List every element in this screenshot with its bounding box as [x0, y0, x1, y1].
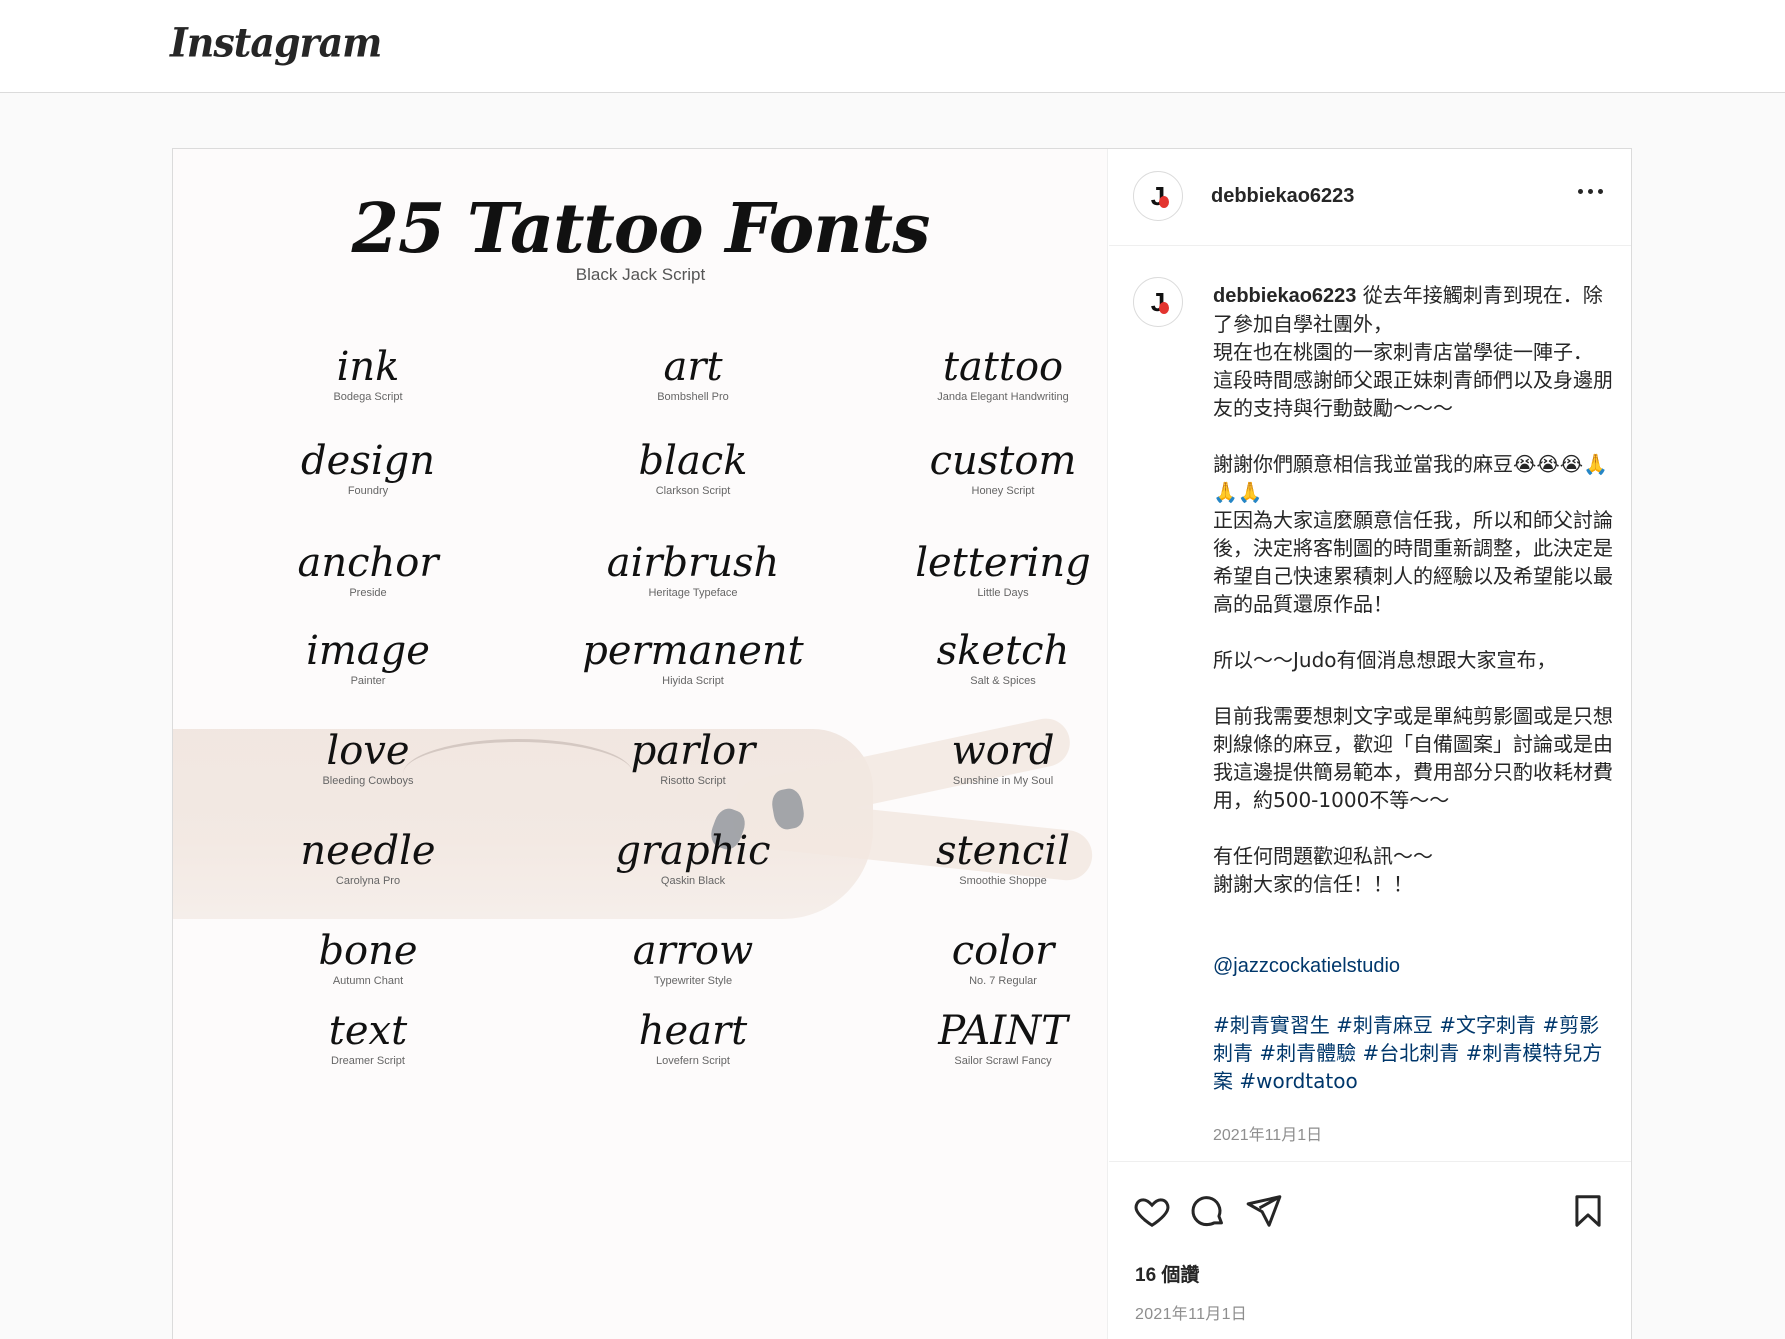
caption: debbiekao6223 從去年接觸刺青到現在．除了參加自學社團外， 現在也在…	[1213, 281, 1613, 898]
caption-date: 2021年11月1日	[1213, 1127, 1323, 1144]
font-sample-word: ink	[336, 344, 400, 390]
font-sample-label: Heritage Typeface	[648, 587, 738, 599]
bookmark-icon[interactable]	[1569, 1192, 1607, 1230]
font-sample: ink Bodega Script	[243, 345, 493, 403]
font-sample-word: sketch	[936, 628, 1070, 674]
font-sample: lettering Little Days	[878, 540, 1107, 599]
hashtags[interactable]: #刺青實習生 #刺青麻豆 #文字刺青 #剪影刺青 #刺青體驗 #台北刺青 #刺青…	[1213, 1011, 1613, 1095]
font-sample-label: Salt & Spices	[970, 675, 1036, 687]
instagram-logo[interactable]: Instagram	[170, 19, 382, 66]
top-bar: Instagram	[0, 0, 1785, 93]
font-sample-label: Autumn Chant	[332, 975, 404, 987]
font-sample-label: Sunshine in My Soul	[952, 775, 1054, 787]
post-date: 2021年11月1日	[1135, 1306, 1248, 1323]
font-sample: word Sunshine in My Soul	[878, 728, 1107, 787]
heart-icon[interactable]	[1133, 1192, 1171, 1230]
font-sample-word: graphic	[615, 828, 771, 874]
font-sample-label: Bombshell Pro	[657, 391, 729, 403]
font-sample-label: No. 7 Regular	[969, 975, 1037, 987]
like-count[interactable]: 16 個讚	[1135, 1260, 1199, 1287]
font-sample: design Foundry	[243, 439, 493, 497]
font-sample-word: custom	[929, 438, 1077, 484]
font-sample-label: Risotto Script	[660, 775, 726, 787]
post-card: 25 Tattoo Fonts Black Jack Script ink Bod…	[172, 148, 1632, 1339]
caption-text: 從去年接觸刺青到現在．除了參加自學社團外， 現在也在桃園的一家刺青店當學徒一陣子…	[1213, 283, 1613, 896]
comment-icon[interactable]	[1189, 1192, 1227, 1230]
font-sample-word: heart	[638, 1008, 748, 1054]
font-sample: airbrush Heritage Typeface	[568, 541, 818, 599]
font-sample: tattoo Janda Elegant Handwriting	[878, 344, 1107, 403]
font-sample-word: word	[951, 728, 1055, 774]
image-title: 25 Tattoo Fonts	[351, 189, 931, 269]
font-sample: art Bombshell Pro	[568, 345, 818, 403]
font-sample: color No. 7 Regular	[878, 928, 1107, 987]
font-sample-label: Janda Elegant Handwriting	[937, 391, 1069, 403]
font-sample-word: airbrush	[606, 540, 780, 586]
font-sample: stencil Smoothie Shoppe	[878, 828, 1107, 887]
font-sample-word: parlor	[630, 728, 756, 774]
font-sample-word: design	[301, 438, 435, 484]
font-sample-label: Carolyna Pro	[335, 875, 401, 887]
image-subtitle: Black Jack Script	[575, 265, 706, 284]
font-sample-label: Honey Script	[971, 485, 1035, 497]
font-sample: bone Autumn Chant	[243, 929, 493, 987]
mention-link[interactable]: @jazzcockatielstudio	[1213, 955, 1400, 978]
caption-avatar[interactable]: J	[1133, 277, 1183, 327]
font-sample-word: bone	[318, 928, 418, 974]
avatar-dot	[1159, 302, 1169, 314]
font-sample: permanent Hiyida Script	[568, 629, 818, 687]
font-sample-label: Lovefern Script	[656, 1055, 730, 1067]
header-username[interactable]: debbiekao6223	[1211, 185, 1354, 208]
font-sample-word: tattoo	[942, 344, 1064, 390]
post-sidebar: J debbiekao6223 J debbiekao6223 從去年接觸刺青到…	[1109, 149, 1631, 1339]
font-sample-word: love	[326, 728, 410, 774]
font-sample-word: text	[328, 1008, 408, 1054]
more-icon[interactable]	[1578, 189, 1603, 194]
font-sample: arrow Typewriter Style	[568, 929, 818, 987]
action-bar: 16 個讚 2021年11月1日	[1109, 1161, 1631, 1339]
avatar-dot	[1159, 196, 1169, 208]
font-sample-label: Painter	[350, 675, 386, 687]
font-sample-word: permanent	[582, 628, 804, 674]
font-sample-word: PAINT	[938, 1008, 1068, 1054]
font-sample: heart Lovefern Script	[568, 1009, 818, 1067]
font-sample: custom Honey Script	[878, 438, 1107, 497]
avatar[interactable]: J	[1133, 171, 1183, 221]
font-sample-label: Hiyida Script	[662, 675, 724, 687]
font-sample: graphic Qaskin Black	[568, 829, 818, 887]
font-sample: text Dreamer Script	[243, 1009, 493, 1067]
font-sample-label: Little Days	[977, 587, 1029, 599]
font-sample: anchor Preside	[243, 541, 493, 599]
font-sample-word: arrow	[632, 928, 754, 974]
post-image[interactable]: 25 Tattoo Fonts Black Jack Script ink Bod…	[173, 149, 1108, 1339]
font-sample-word: art	[663, 344, 723, 390]
font-sample-word: image	[306, 628, 430, 674]
font-sample-word: stencil	[935, 828, 1071, 874]
share-icon[interactable]	[1245, 1192, 1283, 1230]
font-sample: PAINT Sailor Scrawl Fancy	[878, 1008, 1107, 1067]
font-sample-label: Typewriter Style	[653, 975, 733, 987]
font-sample: love Bleeding Cowboys	[243, 729, 493, 787]
font-sample-word: anchor	[297, 540, 439, 586]
font-sample-label: Preside	[349, 587, 387, 599]
font-sample-label: Dreamer Script	[331, 1055, 405, 1067]
font-sample-label: Sailor Scrawl Fancy	[954, 1055, 1052, 1067]
font-sample-word: black	[638, 438, 748, 484]
font-sample: sketch Salt & Spices	[878, 628, 1107, 687]
font-sample-label: Foundry	[347, 485, 389, 497]
font-sample-label: Clarkson Script	[655, 485, 731, 497]
font-sample-label: Smoothie Shoppe	[959, 875, 1047, 887]
font-sample-word: color	[951, 928, 1055, 974]
post-header: J debbiekao6223	[1109, 149, 1631, 246]
font-sample: needle Carolyna Pro	[243, 829, 493, 887]
font-sample-label: Qaskin Black	[660, 875, 726, 887]
font-sample-label: Bleeding Cowboys	[322, 775, 414, 787]
font-sample-word: needle	[300, 828, 436, 874]
font-sample-label: Bodega Script	[333, 391, 403, 403]
font-sample: image Painter	[243, 629, 493, 687]
caption-username[interactable]: debbiekao6223	[1213, 285, 1356, 307]
font-sample-word: lettering	[915, 540, 1091, 586]
font-sample: black Clarkson Script	[568, 439, 818, 497]
font-sample: parlor Risotto Script	[568, 729, 818, 787]
